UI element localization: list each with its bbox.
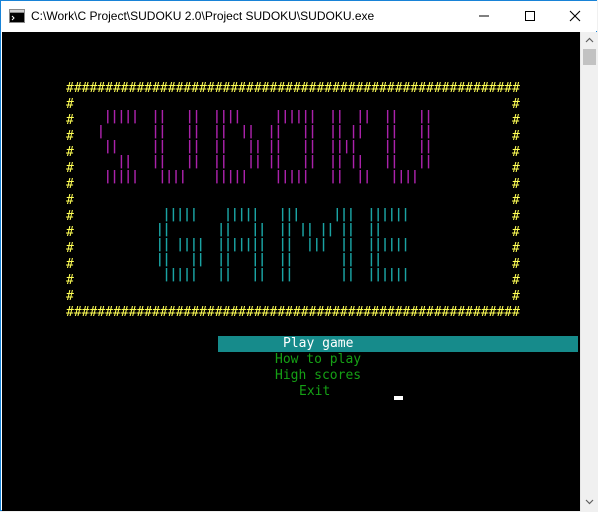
frame-side-hash: # — [66, 289, 74, 304]
frame-side-hash: # — [512, 97, 520, 112]
frame-side-hash: # — [66, 193, 74, 208]
frame-side-hash: # — [66, 177, 74, 192]
minimize-button[interactable] — [461, 1, 507, 31]
window-title: C:\Work\C Project\SUDOKU 2.0\Project SUD… — [31, 9, 375, 23]
frame-side-hash: # — [512, 225, 520, 240]
scrollbar-thumb[interactable] — [583, 49, 596, 65]
console-area[interactable]: ########################################… — [2, 32, 580, 511]
frame-side-hash: # — [66, 241, 74, 256]
frame-side-hash: # — [66, 113, 74, 128]
console-app-icon — [9, 9, 25, 23]
frame-side-hash: # — [512, 145, 520, 160]
sudoku-ascii-title: ||||| || || |||| |||||| || || || || | ||… — [97, 109, 433, 184]
vertical-scrollbar[interactable] — [580, 32, 598, 511]
frame-side-hash: # — [66, 145, 74, 160]
console-window: C:\Work\C Project\SUDOKU 2.0\Project SUD… — [0, 0, 598, 511]
maximize-button[interactable] — [507, 1, 553, 31]
frame-top-border: ########################################… — [66, 81, 520, 96]
frame-side-hash: # — [512, 161, 520, 176]
frame-side-hash: # — [512, 209, 520, 224]
frame-side-hash: # — [66, 257, 74, 272]
frame-side-hash: # — [66, 225, 74, 240]
frame-side-hash: # — [512, 257, 520, 272]
frame-side-hash: # — [512, 177, 520, 192]
frame-side-hash: # — [512, 273, 520, 288]
frame-side-hash: # — [66, 161, 74, 176]
title-bar[interactable]: C:\Work\C Project\SUDOKU 2.0\Project SUD… — [1, 1, 597, 31]
menu-item-high-scores[interactable]: High scores — [275, 368, 361, 384]
scroll-up-arrow-icon[interactable] — [585, 36, 594, 45]
menu-selection-highlight — [218, 336, 578, 352]
menu-item-exit[interactable]: Exit — [299, 384, 330, 400]
frame-side-hash: # — [66, 97, 74, 112]
minimize-icon — [479, 15, 489, 17]
frame-side-hash: # — [512, 129, 520, 144]
frame-side-hash: # — [66, 209, 74, 224]
scroll-down-arrow-icon[interactable] — [585, 497, 594, 506]
maximize-icon — [525, 11, 535, 21]
game-ascii-title: ||||| ||||| ||| ||| |||||| || || || || |… — [155, 207, 410, 282]
menu-item-play-game[interactable]: Play game — [283, 336, 353, 352]
close-button[interactable] — [552, 1, 598, 31]
frame-side-hash: # — [66, 129, 74, 144]
frame-side-hash: # — [512, 193, 520, 208]
frame-side-hash: # — [512, 113, 520, 128]
close-icon — [569, 10, 581, 22]
frame-bottom-border: ########################################… — [66, 305, 520, 320]
menu-item-how-to-play[interactable]: How to play — [275, 352, 361, 368]
frame-side-hash: # — [512, 241, 520, 256]
frame-side-hash: # — [66, 273, 74, 288]
text-cursor — [394, 396, 403, 400]
frame-side-hash: # — [512, 289, 520, 304]
